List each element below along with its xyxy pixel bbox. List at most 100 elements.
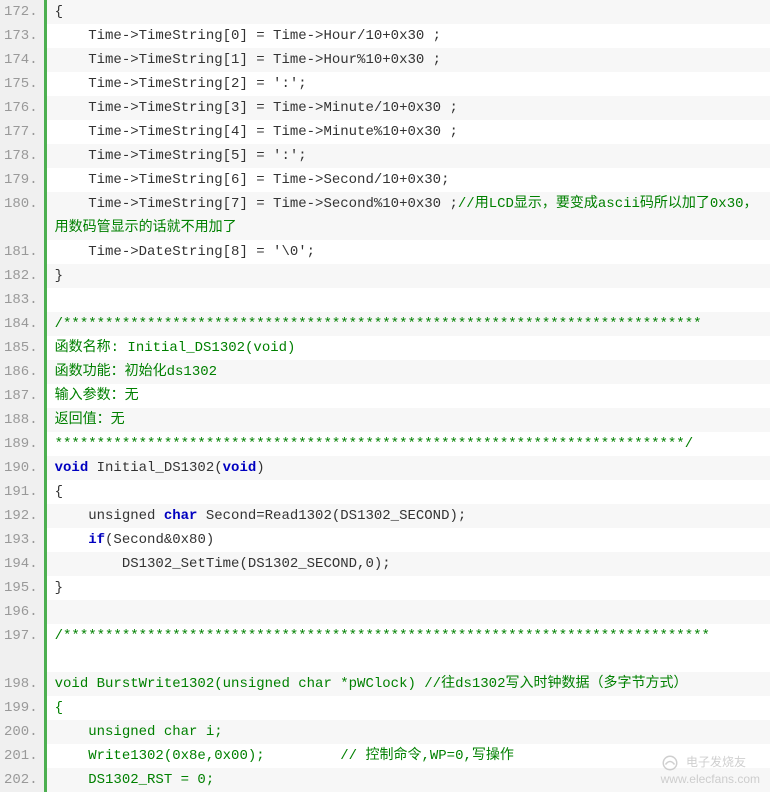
- code-line: /***************************************…: [47, 312, 770, 336]
- line-number: 177.: [4, 120, 38, 144]
- code-token: {: [55, 484, 63, 500]
- line-number: 202.: [4, 768, 38, 792]
- line-number: 187.: [4, 384, 38, 408]
- code-token: /***************************************…: [55, 316, 702, 332]
- line-number: 173.: [4, 24, 38, 48]
- code-block: 172.173.174.175.176.177.178.179.180.181.…: [0, 0, 770, 792]
- code-token: Time->TimeString[5] = ':';: [55, 148, 307, 164]
- code-line: void Initial_DS1302(void): [47, 456, 770, 480]
- line-number: 172.: [4, 0, 38, 24]
- code-token: ****************************************…: [55, 436, 694, 452]
- code-line: Time->DateString[8] = '\0';: [47, 240, 770, 264]
- code-token: ): [256, 460, 264, 476]
- code-line: unsigned char Second=Read1302(DS1302_SEC…: [47, 504, 770, 528]
- code-token: unsigned: [55, 508, 164, 524]
- code-line: unsigned char i;: [47, 720, 770, 744]
- code-token: 输入参数：无: [55, 388, 139, 404]
- code-line: Time->TimeString[2] = ':';: [47, 72, 770, 96]
- code-line: 函数名称: Initial_DS1302(void): [47, 336, 770, 360]
- code-token: void BurstWrite1302(unsigned char *pWClo…: [55, 676, 688, 692]
- code-token: Time->TimeString[2] = ':';: [55, 76, 307, 92]
- line-number: 182.: [4, 264, 38, 288]
- code-area: { Time->TimeString[0] = Time->Hour/10+0x…: [44, 0, 770, 792]
- line-number: 200.: [4, 720, 38, 744]
- code-token: Time->TimeString[4] = Time->Minute%10+0x…: [55, 124, 458, 140]
- code-line: ****************************************…: [47, 432, 770, 456]
- line-number: 174.: [4, 48, 38, 72]
- code-token: Time->TimeString[7] = Time->Second%10+0x…: [55, 196, 458, 212]
- code-token: char: [164, 508, 198, 524]
- line-number: 194.: [4, 552, 38, 576]
- line-number: 192.: [4, 504, 38, 528]
- code-line: [47, 600, 770, 624]
- code-token: Time->TimeString[0] = Time->Hour/10+0x30…: [55, 28, 441, 44]
- code-line: DS1302_SetTime(DS1302_SECOND,0);: [47, 552, 770, 576]
- code-token: Initial_DS1302(: [88, 460, 222, 476]
- code-line: {: [47, 480, 770, 504]
- line-number: 184.: [4, 312, 38, 336]
- code-token: Time->DateString[8] = '\0';: [55, 244, 315, 260]
- code-token: (Second&0x80): [105, 532, 214, 548]
- code-line: 函数功能：初始化ds1302: [47, 360, 770, 384]
- code-line: DS1302_RST = 0;: [47, 768, 770, 792]
- code-token: {: [55, 700, 63, 716]
- code-token: 返回值：无: [55, 412, 125, 428]
- line-number: 190.: [4, 456, 38, 480]
- line-number-gutter: 172.173.174.175.176.177.178.179.180.181.…: [0, 0, 44, 792]
- code-token: }: [55, 268, 63, 284]
- line-number: 185.: [4, 336, 38, 360]
- code-token: /***************************************…: [55, 628, 710, 644]
- line-number: 199.: [4, 696, 38, 720]
- code-token: Time->TimeString[1] = Time->Hour%10+0x30…: [55, 52, 441, 68]
- code-token: Time->TimeString[3] = Time->Minute/10+0x…: [55, 100, 458, 116]
- line-number: 189.: [4, 432, 38, 456]
- line-number: 181.: [4, 240, 38, 264]
- code-token: DS1302_SetTime(DS1302_SECOND,0);: [55, 556, 391, 572]
- code-token: Time->TimeString[6] = Time->Second/10+0x…: [55, 172, 450, 188]
- code-line: 输入参数：无: [47, 384, 770, 408]
- line-number: 201.: [4, 744, 38, 768]
- code-token: unsigned char i;: [55, 724, 223, 740]
- line-number: 188.: [4, 408, 38, 432]
- code-line: Time->TimeString[7] = Time->Second%10+0x…: [47, 192, 770, 240]
- code-line: Time->TimeString[4] = Time->Minute%10+0x…: [47, 120, 770, 144]
- line-number: 196.: [4, 600, 38, 624]
- line-number: 183.: [4, 288, 38, 312]
- code-line: {: [47, 696, 770, 720]
- code-token: [55, 604, 72, 620]
- line-number: 176.: [4, 96, 38, 120]
- code-line: Time->TimeString[3] = Time->Minute/10+0x…: [47, 96, 770, 120]
- code-line: Time->TimeString[5] = ':';: [47, 144, 770, 168]
- code-token: }: [55, 580, 63, 596]
- code-token: void: [55, 460, 89, 476]
- code-line: {: [47, 0, 770, 24]
- line-number: 178.: [4, 144, 38, 168]
- code-line: void BurstWrite1302(unsigned char *pWClo…: [47, 672, 770, 696]
- code-line: Time->TimeString[1] = Time->Hour%10+0x30…: [47, 48, 770, 72]
- line-number: 180.: [4, 192, 38, 240]
- code-token: Write1302(0x8e,0x00); // 控制命令,WP=0,写操作: [55, 748, 514, 764]
- code-line: Time->TimeString[6] = Time->Second/10+0x…: [47, 168, 770, 192]
- line-number: 195.: [4, 576, 38, 600]
- line-number: 179.: [4, 168, 38, 192]
- line-number: 186.: [4, 360, 38, 384]
- code-line: 返回值：无: [47, 408, 770, 432]
- code-token: {: [55, 4, 63, 20]
- code-token: Second=Read1302(DS1302_SECOND);: [197, 508, 466, 524]
- code-line: [47, 288, 770, 312]
- code-token: [55, 292, 72, 308]
- line-number: 175.: [4, 72, 38, 96]
- code-token: 函数名称: Initial_DS1302(void): [55, 340, 296, 356]
- line-number: 193.: [4, 528, 38, 552]
- line-number: 191.: [4, 480, 38, 504]
- line-number: 198.: [4, 672, 38, 696]
- code-line: Time->TimeString[0] = Time->Hour/10+0x30…: [47, 24, 770, 48]
- code-token: if: [55, 532, 105, 548]
- code-token: void: [223, 460, 257, 476]
- code-token: 函数功能：初始化ds1302: [55, 364, 217, 380]
- code-line: if(Second&0x80): [47, 528, 770, 552]
- line-number: 197.: [4, 624, 38, 672]
- code-token: DS1302_RST = 0;: [55, 772, 215, 788]
- code-line: }: [47, 264, 770, 288]
- code-line: Write1302(0x8e,0x00); // 控制命令,WP=0,写操作: [47, 744, 770, 768]
